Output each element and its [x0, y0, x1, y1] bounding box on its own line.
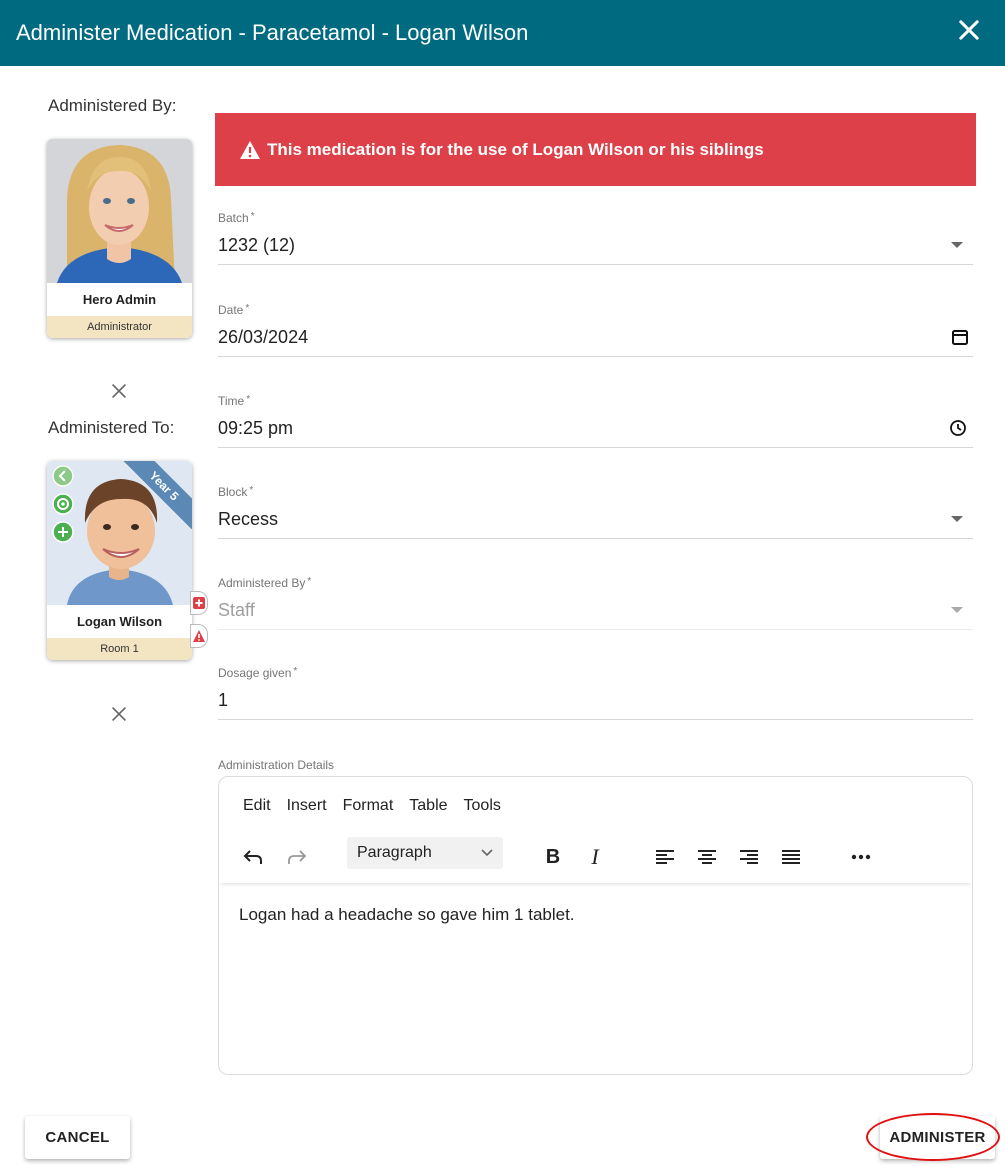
time-field[interactable]: Time * 09:25 pm — [218, 394, 973, 448]
menu-insert[interactable]: Insert — [287, 797, 327, 815]
warning-icon — [240, 140, 260, 159]
chevron-down-icon — [951, 607, 963, 613]
block-label: Block — [218, 485, 248, 499]
close-icon[interactable] — [955, 16, 983, 44]
align-left-icon[interactable] — [651, 843, 679, 871]
remove-staff-icon[interactable] — [108, 380, 130, 402]
date-label: Date — [218, 303, 244, 317]
clock-icon[interactable] — [949, 419, 967, 437]
rich-text-editor[interactable]: Edit Insert Format Table Tools Paragraph… — [218, 776, 973, 1075]
dialog-title: Administer Medication - Paracetamol - Lo… — [16, 20, 529, 45]
block-value: Recess — [218, 508, 279, 529]
redo-icon[interactable] — [283, 843, 311, 871]
student-room: Room 1 — [47, 638, 192, 660]
alert-text: This medication is for the use of Logan … — [267, 139, 764, 159]
back-arrow-icon[interactable] — [52, 465, 74, 487]
paragraph-select-value: Paragraph — [357, 844, 432, 861]
undo-icon[interactable] — [239, 843, 267, 871]
align-justify-icon[interactable] — [777, 843, 805, 871]
calendar-icon[interactable] — [951, 328, 969, 346]
menu-tools[interactable]: Tools — [464, 797, 501, 815]
add-icon[interactable] — [52, 521, 74, 543]
date-value: 26/03/2024 — [218, 326, 309, 347]
warning-badge[interactable] — [190, 624, 208, 648]
block-select[interactable]: Block * Recess — [218, 485, 973, 539]
date-field[interactable]: Date * 26/03/2024 — [218, 303, 973, 357]
dosage-label: Dosage given — [218, 666, 292, 680]
staff-avatar — [47, 139, 192, 283]
administer-button[interactable]: ADMINISTER — [880, 1116, 995, 1159]
target-icon[interactable] — [52, 493, 74, 515]
batch-value: 1232 (12) — [218, 234, 296, 255]
dosage-value: 1 — [218, 689, 229, 710]
staff-role: Administrator — [47, 316, 192, 338]
chevron-down-icon — [481, 849, 493, 857]
student-card[interactable]: Year 5 Logan Wilson Room 1 — [47, 461, 192, 660]
batch-select[interactable]: Batch * 1232 (12) — [218, 211, 973, 265]
editor-menubar: Edit Insert Format Table Tools — [243, 797, 517, 815]
batch-label: Batch — [218, 211, 249, 225]
chevron-down-icon — [951, 242, 963, 248]
time-label: Time — [218, 394, 245, 408]
administration-details-label: Administration Details — [218, 758, 335, 772]
more-icon[interactable] — [847, 843, 875, 871]
menu-table[interactable]: Table — [409, 797, 447, 815]
administered-by-field-label: Administered By — [218, 576, 306, 590]
student-avatar: Year 5 — [47, 461, 192, 605]
cancel-button[interactable]: CANCEL — [25, 1116, 130, 1159]
administered-by-value: Staff — [218, 599, 255, 620]
align-right-icon[interactable] — [735, 843, 763, 871]
menu-edit[interactable]: Edit — [243, 797, 271, 815]
editor-content[interactable]: Logan had a headache so gave him 1 table… — [239, 905, 575, 925]
student-name: Logan Wilson — [76, 614, 163, 629]
bold-icon[interactable]: B — [539, 843, 567, 871]
administered-to-label: Administered To: — [48, 418, 175, 437]
staff-name: Hero Admin — [82, 292, 157, 307]
menu-format[interactable]: Format — [343, 797, 394, 815]
time-value: 09:25 pm — [218, 417, 294, 438]
staff-card[interactable]: Hero Admin Administrator — [47, 139, 192, 338]
italic-icon[interactable]: I — [581, 843, 609, 871]
dosage-field[interactable]: Dosage given * 1 — [218, 666, 973, 720]
sibling-alert: This medication is for the use of Logan … — [215, 113, 976, 186]
paragraph-select[interactable]: Paragraph — [347, 837, 503, 869]
administered-by-label: Administered By: — [48, 96, 177, 115]
editor-toolbar: Paragraph B I — [219, 835, 972, 883]
align-center-icon[interactable] — [693, 843, 721, 871]
administered-by-select: Administered By * Staff — [218, 576, 973, 630]
dialog-header: Administer Medication - Paracetamol - Lo… — [0, 0, 1005, 66]
remove-student-icon[interactable] — [108, 703, 130, 725]
medical-badge[interactable] — [190, 591, 208, 615]
chevron-down-icon — [951, 516, 963, 522]
